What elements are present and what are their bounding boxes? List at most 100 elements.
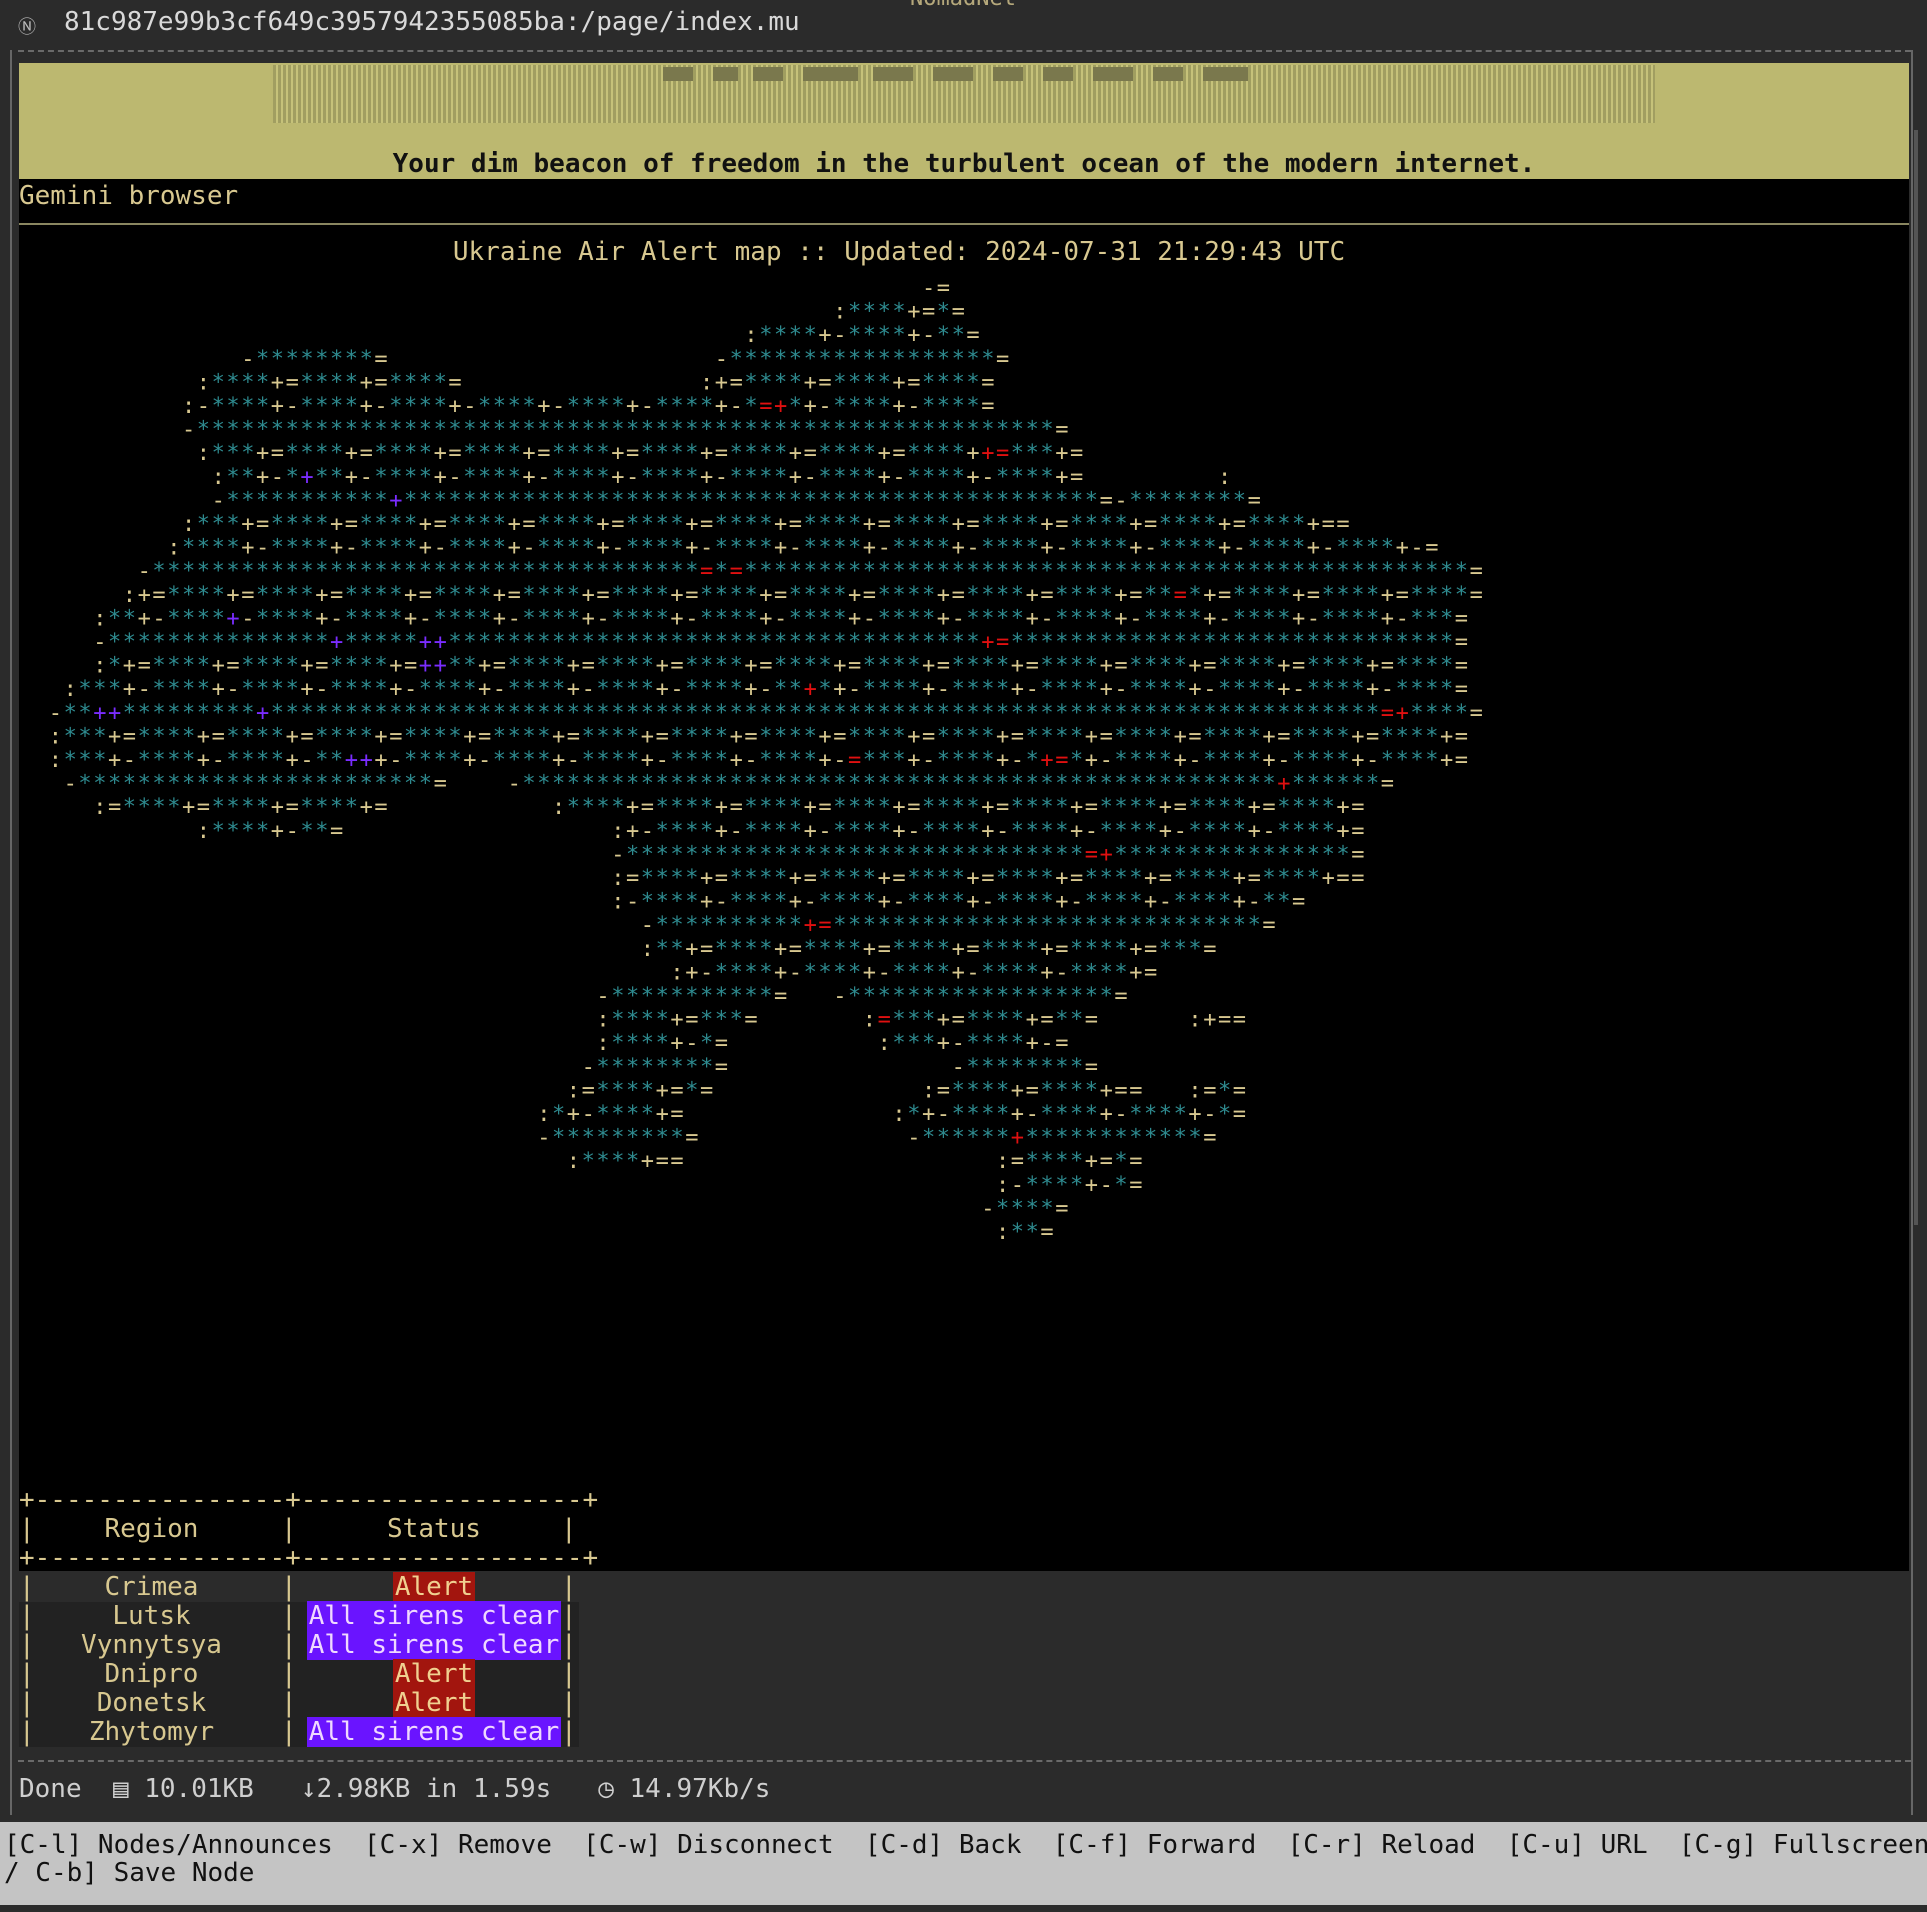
map-glyph: = [1381, 701, 1394, 726]
map-glyph: * [1396, 748, 1409, 773]
map-glyph: : [93, 606, 106, 631]
map-glyph: + [774, 512, 787, 537]
url-field[interactable]: 81c987e99b3cf649c3957942355085ba:/page/i… [64, 7, 800, 37]
map-glyph: * [937, 701, 950, 726]
map-glyph: * [922, 630, 935, 655]
map-glyph: * [907, 606, 920, 631]
map-glyph: : [596, 1008, 609, 1033]
map-glyph: * [1011, 913, 1024, 938]
map-glyph: * [611, 1149, 624, 1174]
scrollbar[interactable] [1914, 130, 1918, 1225]
map-glyph: : [123, 583, 136, 608]
map-glyph: * [1055, 1126, 1068, 1151]
map-glyph: + [537, 394, 550, 419]
map-glyph: = [1040, 1220, 1053, 1245]
map-glyph: * [966, 772, 979, 797]
map-glyph: * [374, 583, 387, 608]
map-glyph: + [1159, 795, 1172, 820]
map-glyph: * [552, 559, 565, 584]
map-glyph: - [892, 890, 905, 915]
map-glyph: * [508, 677, 521, 702]
map-glyph: * [1070, 937, 1083, 962]
map-glyph: * [996, 583, 1009, 608]
map-glyph: * [522, 677, 535, 702]
map-glyph: * [108, 606, 121, 631]
map-glyph: * [256, 677, 269, 702]
map-glyph: + [1100, 842, 1113, 867]
map-glyph: : [1218, 465, 1231, 490]
map-glyph: * [789, 795, 802, 820]
map-glyph: = [360, 441, 373, 466]
map-glyph: * [419, 701, 432, 726]
map-glyph: * [996, 488, 1009, 513]
map-glyph: = [952, 300, 965, 325]
map-glyph: * [1026, 630, 1039, 655]
map-glyph: - [64, 772, 77, 797]
map-glyph: + [1307, 512, 1320, 537]
map-glyph: * [1055, 559, 1068, 584]
map-glyph: * [315, 394, 328, 419]
map-glyph: * [774, 795, 787, 820]
map-glyph: * [744, 441, 757, 466]
map-glyph: = [700, 937, 713, 962]
map-glyph: * [1440, 630, 1453, 655]
map-glyph: * [1100, 795, 1113, 820]
map-glyph: * [1040, 1126, 1053, 1151]
map-glyph: * [241, 465, 254, 490]
map-glyph: * [1040, 677, 1053, 702]
map-glyph: * [730, 441, 743, 466]
map-glyph: + [1396, 701, 1409, 726]
map-glyph: * [981, 748, 994, 773]
map-glyph: * [848, 488, 861, 513]
map-glyph: * [744, 536, 757, 561]
map-glyph: - [582, 677, 595, 702]
map-glyph: * [1129, 866, 1142, 891]
map-glyph: * [892, 701, 905, 726]
map-glyph: = [656, 724, 669, 749]
map-glyph: * [670, 1055, 683, 1080]
map-glyph: * [1085, 536, 1098, 561]
map-glyph: * [833, 937, 846, 962]
map-glyph: * [167, 606, 180, 631]
map-glyph: * [1070, 984, 1083, 1009]
map-glyph: * [863, 394, 876, 419]
map-glyph: - [833, 748, 846, 773]
map-glyph: * [1292, 701, 1305, 726]
map-glyph: * [1040, 819, 1053, 844]
map-glyph: * [774, 842, 787, 867]
map-glyph: * [1174, 937, 1187, 962]
map-glyph: + [241, 512, 254, 537]
map-glyph: : [49, 748, 62, 773]
map-glyph: * [611, 701, 624, 726]
map-glyph: * [1351, 606, 1364, 631]
map-glyph: * [641, 677, 654, 702]
map-glyph: * [952, 488, 965, 513]
map-glyph: + [1144, 866, 1157, 891]
map-glyph: : [552, 795, 565, 820]
map-glyph: * [1100, 630, 1113, 655]
map-glyph: * [537, 583, 550, 608]
map-glyph: * [1410, 606, 1423, 631]
map-glyph: = [1351, 819, 1364, 844]
map-glyph: * [182, 772, 195, 797]
map-glyph: * [641, 1102, 654, 1127]
map-glyph: + [286, 748, 299, 773]
map-glyph: * [1085, 984, 1098, 1009]
map-glyph: * [1040, 984, 1053, 1009]
map-glyph: * [1262, 677, 1275, 702]
map-glyph: = [907, 795, 920, 820]
map-glyph: - [878, 536, 891, 561]
window-border [1911, 50, 1913, 1815]
map-glyph: * [1040, 890, 1053, 915]
map-glyph: * [1144, 795, 1157, 820]
map-glyph: * [878, 347, 891, 372]
map-glyph: * [1085, 654, 1098, 679]
map-glyph: * [1040, 724, 1053, 749]
map-glyph: = [434, 772, 447, 797]
map-glyph: * [1188, 819, 1201, 844]
map-glyph: * [626, 701, 639, 726]
map-glyph: * [1410, 724, 1423, 749]
map-glyph: * [1114, 1149, 1127, 1174]
map-glyph: * [300, 536, 313, 561]
map-glyph: - [1040, 1031, 1053, 1056]
